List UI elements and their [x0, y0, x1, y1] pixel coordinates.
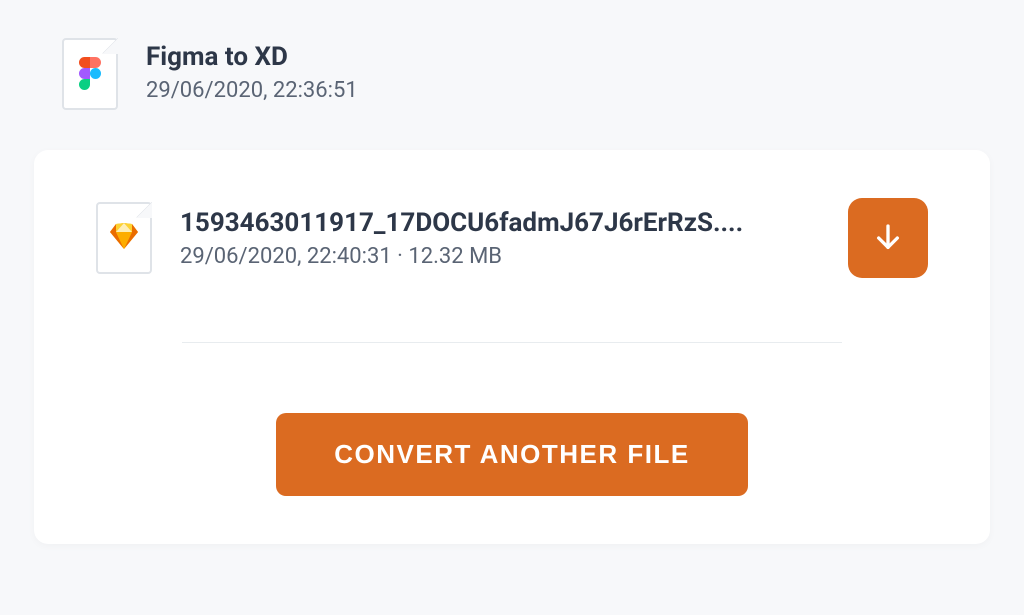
convert-another-button[interactable]: CONVERT ANOTHER FILE	[276, 413, 747, 496]
download-button[interactable]	[848, 198, 928, 278]
conversion-header: Figma to XD 29/06/2020, 22:36:51	[34, 38, 990, 110]
figma-logo-icon	[79, 57, 101, 91]
result-file-row: 1593463011917_17DOCU6fadmJ67J6rErRzS....…	[96, 198, 928, 278]
figma-file-icon	[62, 38, 118, 110]
result-date: 29/06/2020, 22:40:31	[180, 244, 392, 269]
conversion-title: Figma to XD	[146, 42, 358, 72]
download-icon	[872, 222, 904, 254]
result-filename: 1593463011917_17DOCU6fadmJ67J6rErRzS....	[180, 208, 820, 238]
result-size: 12.32 MB	[408, 244, 502, 269]
sketch-logo-icon	[110, 223, 138, 253]
result-card: 1593463011917_17DOCU6fadmJ67J6rErRzS....…	[34, 150, 990, 544]
result-file-meta: 29/06/2020, 22:40:31 · 12.32 MB	[180, 244, 820, 269]
sketch-file-icon	[96, 202, 152, 274]
conversion-date: 29/06/2020, 22:36:51	[146, 78, 358, 103]
divider	[182, 342, 842, 343]
